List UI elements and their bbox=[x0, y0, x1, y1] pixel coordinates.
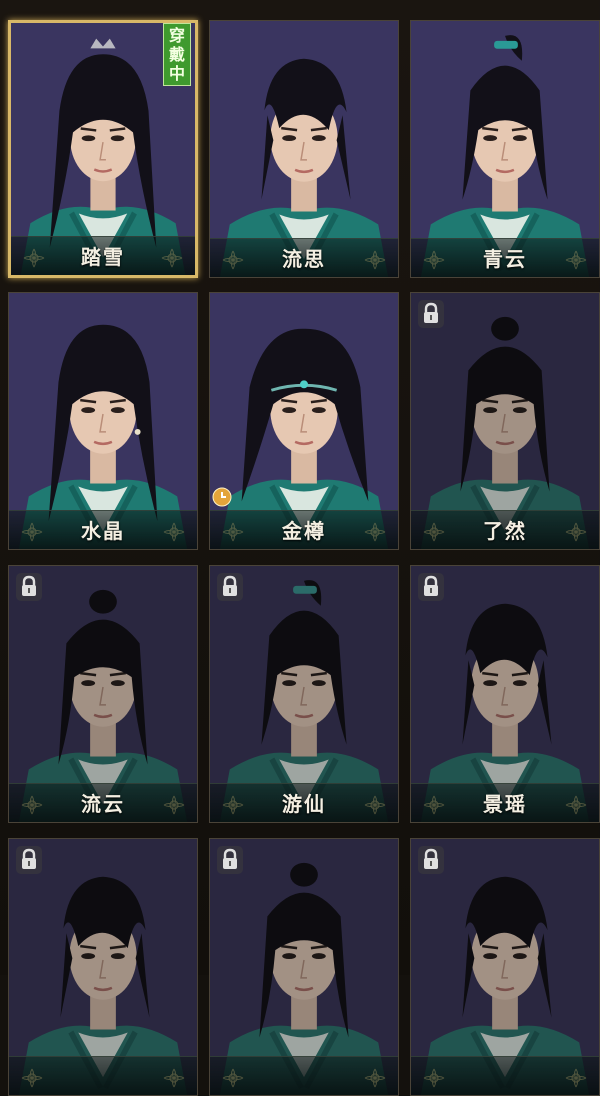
nameplate: 踏雪 bbox=[11, 236, 195, 275]
padlock-icon bbox=[418, 573, 444, 601]
padlock-icon bbox=[217, 573, 243, 601]
flower-ornament-icon bbox=[163, 1068, 185, 1088]
hairstyle-card[interactable]: 水晶 bbox=[8, 292, 198, 550]
hairstyle-card[interactable] bbox=[209, 838, 399, 1096]
hairstyle-name: 流云 bbox=[81, 792, 125, 816]
hairstyle-grid: 踏雪 穿戴中 流思 青云 水晶 金樽 了然 流云 游仙 景瑶 bbox=[0, 0, 600, 1096]
nameplate: 金樽 bbox=[210, 510, 398, 549]
nameplate: 青云 bbox=[411, 238, 599, 277]
hairstyle-card[interactable]: 游仙 bbox=[209, 565, 399, 823]
nameplate: 流思 bbox=[210, 238, 398, 277]
nameplate: 流云 bbox=[9, 783, 197, 822]
hairstyle-name: 踏雪 bbox=[81, 245, 125, 269]
flower-ornament-icon bbox=[222, 1068, 244, 1088]
hairstyle-name: 景瑶 bbox=[483, 792, 527, 816]
hairstyle-card[interactable]: 金樽 bbox=[209, 292, 399, 550]
hairstyle-card[interactable]: 流思 bbox=[209, 20, 399, 278]
flower-ornament-icon bbox=[21, 1068, 43, 1088]
nameplate: 了然 bbox=[411, 510, 599, 549]
padlock-icon bbox=[16, 573, 42, 601]
hairstyle-card[interactable]: 了然 bbox=[410, 292, 600, 550]
equipped-badge: 穿戴中 bbox=[163, 23, 191, 86]
hairstyle-name: 了然 bbox=[483, 519, 527, 543]
hairstyle-card[interactable] bbox=[8, 838, 198, 1096]
hairstyle-name: 水晶 bbox=[81, 519, 125, 543]
hairstyle-card[interactable] bbox=[410, 838, 600, 1096]
nameplate bbox=[9, 1056, 197, 1095]
hairstyle-name: 青云 bbox=[483, 247, 527, 271]
nameplate bbox=[411, 1056, 599, 1095]
hairstyle-card[interactable]: 流云 bbox=[8, 565, 198, 823]
hairstyle-card[interactable]: 青云 bbox=[410, 20, 600, 278]
clock-icon bbox=[212, 487, 232, 507]
hairstyle-name: 金樽 bbox=[282, 519, 326, 543]
padlock-icon bbox=[217, 846, 243, 874]
hairstyle-name: 游仙 bbox=[282, 792, 326, 816]
hairstyle-name: 流思 bbox=[282, 247, 326, 271]
flower-ornament-icon bbox=[364, 1068, 386, 1088]
nameplate: 游仙 bbox=[210, 783, 398, 822]
hairstyle-card[interactable]: 踏雪 穿戴中 bbox=[8, 20, 198, 278]
flower-ornament-icon bbox=[423, 1068, 445, 1088]
padlock-icon bbox=[418, 300, 444, 328]
flower-ornament-icon bbox=[565, 1068, 587, 1088]
nameplate: 水晶 bbox=[9, 510, 197, 549]
hairstyle-card[interactable]: 景瑶 bbox=[410, 565, 600, 823]
nameplate: 景瑶 bbox=[411, 783, 599, 822]
padlock-icon bbox=[16, 846, 42, 874]
padlock-icon bbox=[418, 846, 444, 874]
nameplate bbox=[210, 1056, 398, 1095]
